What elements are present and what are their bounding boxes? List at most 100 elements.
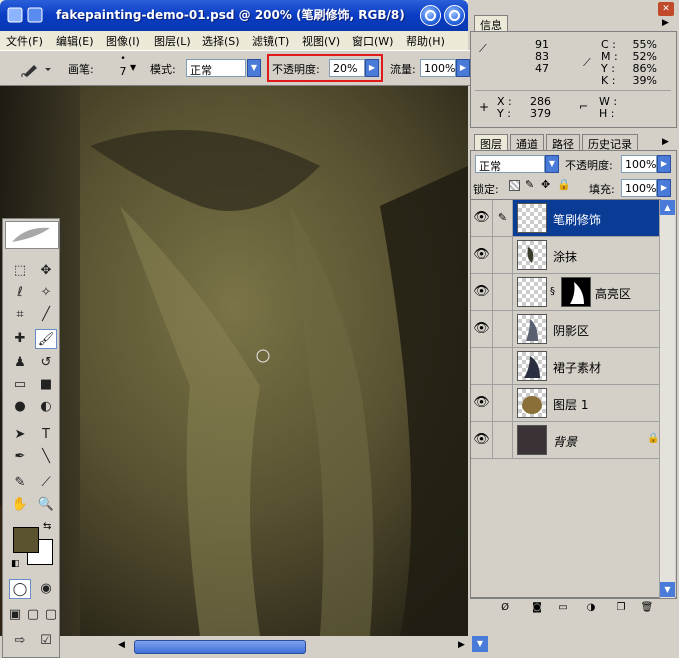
default-colors-icon[interactable]: ◧ [11,559,20,569]
tab-channels[interactable]: 通道 [510,134,544,151]
foreground-color-swatch[interactable] [13,527,39,553]
layer-opacity-slider-button[interactable]: ▶ [657,155,671,173]
layer-name[interactable]: 阴影区 [553,322,589,339]
new-group-icon[interactable]: ▭ [556,601,570,614]
layer-row-shadow[interactable]: 👁 阴影区 [471,311,661,348]
scroll-right-icon[interactable]: ▶ [458,640,465,650]
menu-view[interactable]: 视图(V) [302,33,340,49]
scroll-thumb[interactable] [134,640,306,654]
standard-mode-icon[interactable]: ◯ [9,579,31,599]
maximize-button[interactable] [444,5,465,26]
flow-slider-button[interactable]: ▶ [456,59,470,77]
history-brush-icon[interactable]: ↺ [35,353,57,373]
fill-field[interactable]: 100% [621,179,657,197]
link-box[interactable] [493,274,513,310]
link-box[interactable] [493,422,513,458]
imageready-icon[interactable]: ☑ [35,631,57,651]
dodge-tool-icon[interactable]: ● [9,397,31,417]
hand-tool-icon[interactable]: ✋ [9,495,31,515]
eye-icon[interactable]: 👁 [471,311,493,347]
link-box[interactable] [493,237,513,273]
crop-tool-icon[interactable]: ⌗ [9,305,31,325]
chain-link-icon[interactable]: § [550,286,555,297]
menu-image[interactable]: 图像(I) [106,33,140,49]
panel-menu-icon[interactable]: ▶ [662,18,669,28]
eye-icon[interactable]: 👁 [471,385,493,421]
horizontal-scrollbar[interactable]: ◀ ▶ ▼ [0,636,488,658]
burn-tool-icon[interactable]: ◐ [35,397,57,417]
eye-icon[interactable]: 👁 [471,422,493,458]
layer-name[interactable]: 图层 1 [553,396,588,413]
clone-stamp-icon[interactable]: ♟ [9,353,31,373]
lock-position-icon[interactable]: ✥ [541,178,550,191]
flow-field[interactable]: 100% [420,59,456,77]
title-bar[interactable]: fakepainting-demo-01.psd @ 200% (笔刷修饰, R… [0,0,468,31]
blend-mode-dropdown-button[interactable]: ▼ [545,155,559,173]
jump-to-imageready-icon[interactable]: ⇨ [9,631,31,651]
screen-mode-full-menu-icon[interactable]: ▢ [25,605,41,625]
layer-name[interactable]: 高亮区 [595,285,631,302]
tab-layers[interactable]: 图层 [474,134,508,151]
layer-name[interactable]: 涂抹 [553,248,577,265]
move-tool-icon[interactable]: ✥ [35,261,57,281]
scroll-down-icon[interactable]: ▼ [472,636,488,652]
layers-panel-menu-icon[interactable]: ▶ [662,137,669,147]
layer-row-brush-retouch[interactable]: 👁 ✎ 笔刷修饰 [471,200,661,237]
healing-brush-icon[interactable]: ✚ [9,329,31,349]
layer-style-icon[interactable]: Ø [498,601,512,614]
menu-layer[interactable]: 图层(L) [154,33,191,49]
scroll-left-icon[interactable]: ◀ [118,640,125,650]
menu-select[interactable]: 选择(S) [202,33,240,49]
mode-dropdown-button[interactable]: ▼ [247,59,261,77]
eyedropper-icon[interactable]: ⟋ [35,473,57,493]
layer-name[interactable]: 裙子素材 [553,359,601,376]
tool-preset-picker[interactable] [18,59,54,79]
blend-mode-select[interactable]: 正常 [475,155,545,173]
panel-close-icon[interactable]: ✕ [658,2,674,16]
screen-mode-full-icon[interactable]: ▢ [43,605,59,625]
eye-icon[interactable]: 👁 [471,200,493,236]
eye-icon[interactable]: 👁 [471,237,493,273]
lasso-tool-icon[interactable]: ℓ [9,283,31,303]
chevron-down-icon[interactable]: ▼ [130,63,136,72]
document-canvas[interactable] [0,86,468,636]
menu-edit[interactable]: 编辑(E) [56,33,94,49]
tab-history[interactable]: 历史记录 [582,134,638,151]
mode-select[interactable]: 正常 [186,59,246,77]
link-box[interactable] [493,385,513,421]
lock-transparency-icon[interactable] [509,180,520,191]
type-tool-icon[interactable]: T [35,425,57,445]
lock-pixels-icon[interactable]: ✎ [525,178,534,191]
menu-filter[interactable]: 滤镜(T) [252,33,289,49]
scroll-up-icon[interactable]: ▲ [660,200,675,215]
path-select-icon[interactable]: ➤ [9,425,31,445]
pen-tool-icon[interactable]: ✒ [9,447,31,467]
notes-tool-icon[interactable]: ✎ [9,473,31,493]
minimize-button[interactable] [420,5,441,26]
menu-window[interactable]: 窗口(W) [352,33,393,49]
layers-vertical-scrollbar[interactable]: ▲ ▼ [659,200,675,600]
tab-paths[interactable]: 路径 [546,134,580,151]
slice-tool-icon[interactable]: ╱ [35,305,57,325]
line-tool-icon[interactable]: ╲ [35,447,57,467]
marquee-tool-icon[interactable]: ⬚ [9,261,31,281]
lock-all-icon[interactable]: 🔒 [557,178,571,191]
layer-row-skirt-material[interactable]: 裙子素材 [471,348,661,385]
delete-layer-icon[interactable]: 🗑 [640,601,654,614]
layer-row-layer-1[interactable]: 👁 图层 1 [471,385,661,422]
magic-wand-icon[interactable]: ✧ [35,283,57,303]
quick-mask-icon[interactable]: ◉ [35,579,57,599]
layer-opacity-field[interactable]: 100% [621,155,657,173]
menu-file[interactable]: 文件(F) [6,33,43,49]
zoom-tool-icon[interactable]: 🔍 [35,495,57,515]
eye-hidden-box[interactable] [471,348,493,384]
layer-row-background[interactable]: 👁 背景 🔒 [471,422,661,459]
layer-row-highlight[interactable]: 👁 § 高亮区 [471,274,661,311]
layer-name[interactable]: 背景 [553,433,577,450]
layer-row-smudge[interactable]: 👁 涂抹 [471,237,661,274]
screen-mode-standard-icon[interactable]: ▣ [7,605,23,625]
swap-colors-icon[interactable]: ⇆ [43,521,51,532]
fill-slider-button[interactable]: ▶ [657,179,671,197]
menu-help[interactable]: 帮助(H) [406,33,445,49]
gradient-tool-icon[interactable]: ■ [35,375,57,395]
